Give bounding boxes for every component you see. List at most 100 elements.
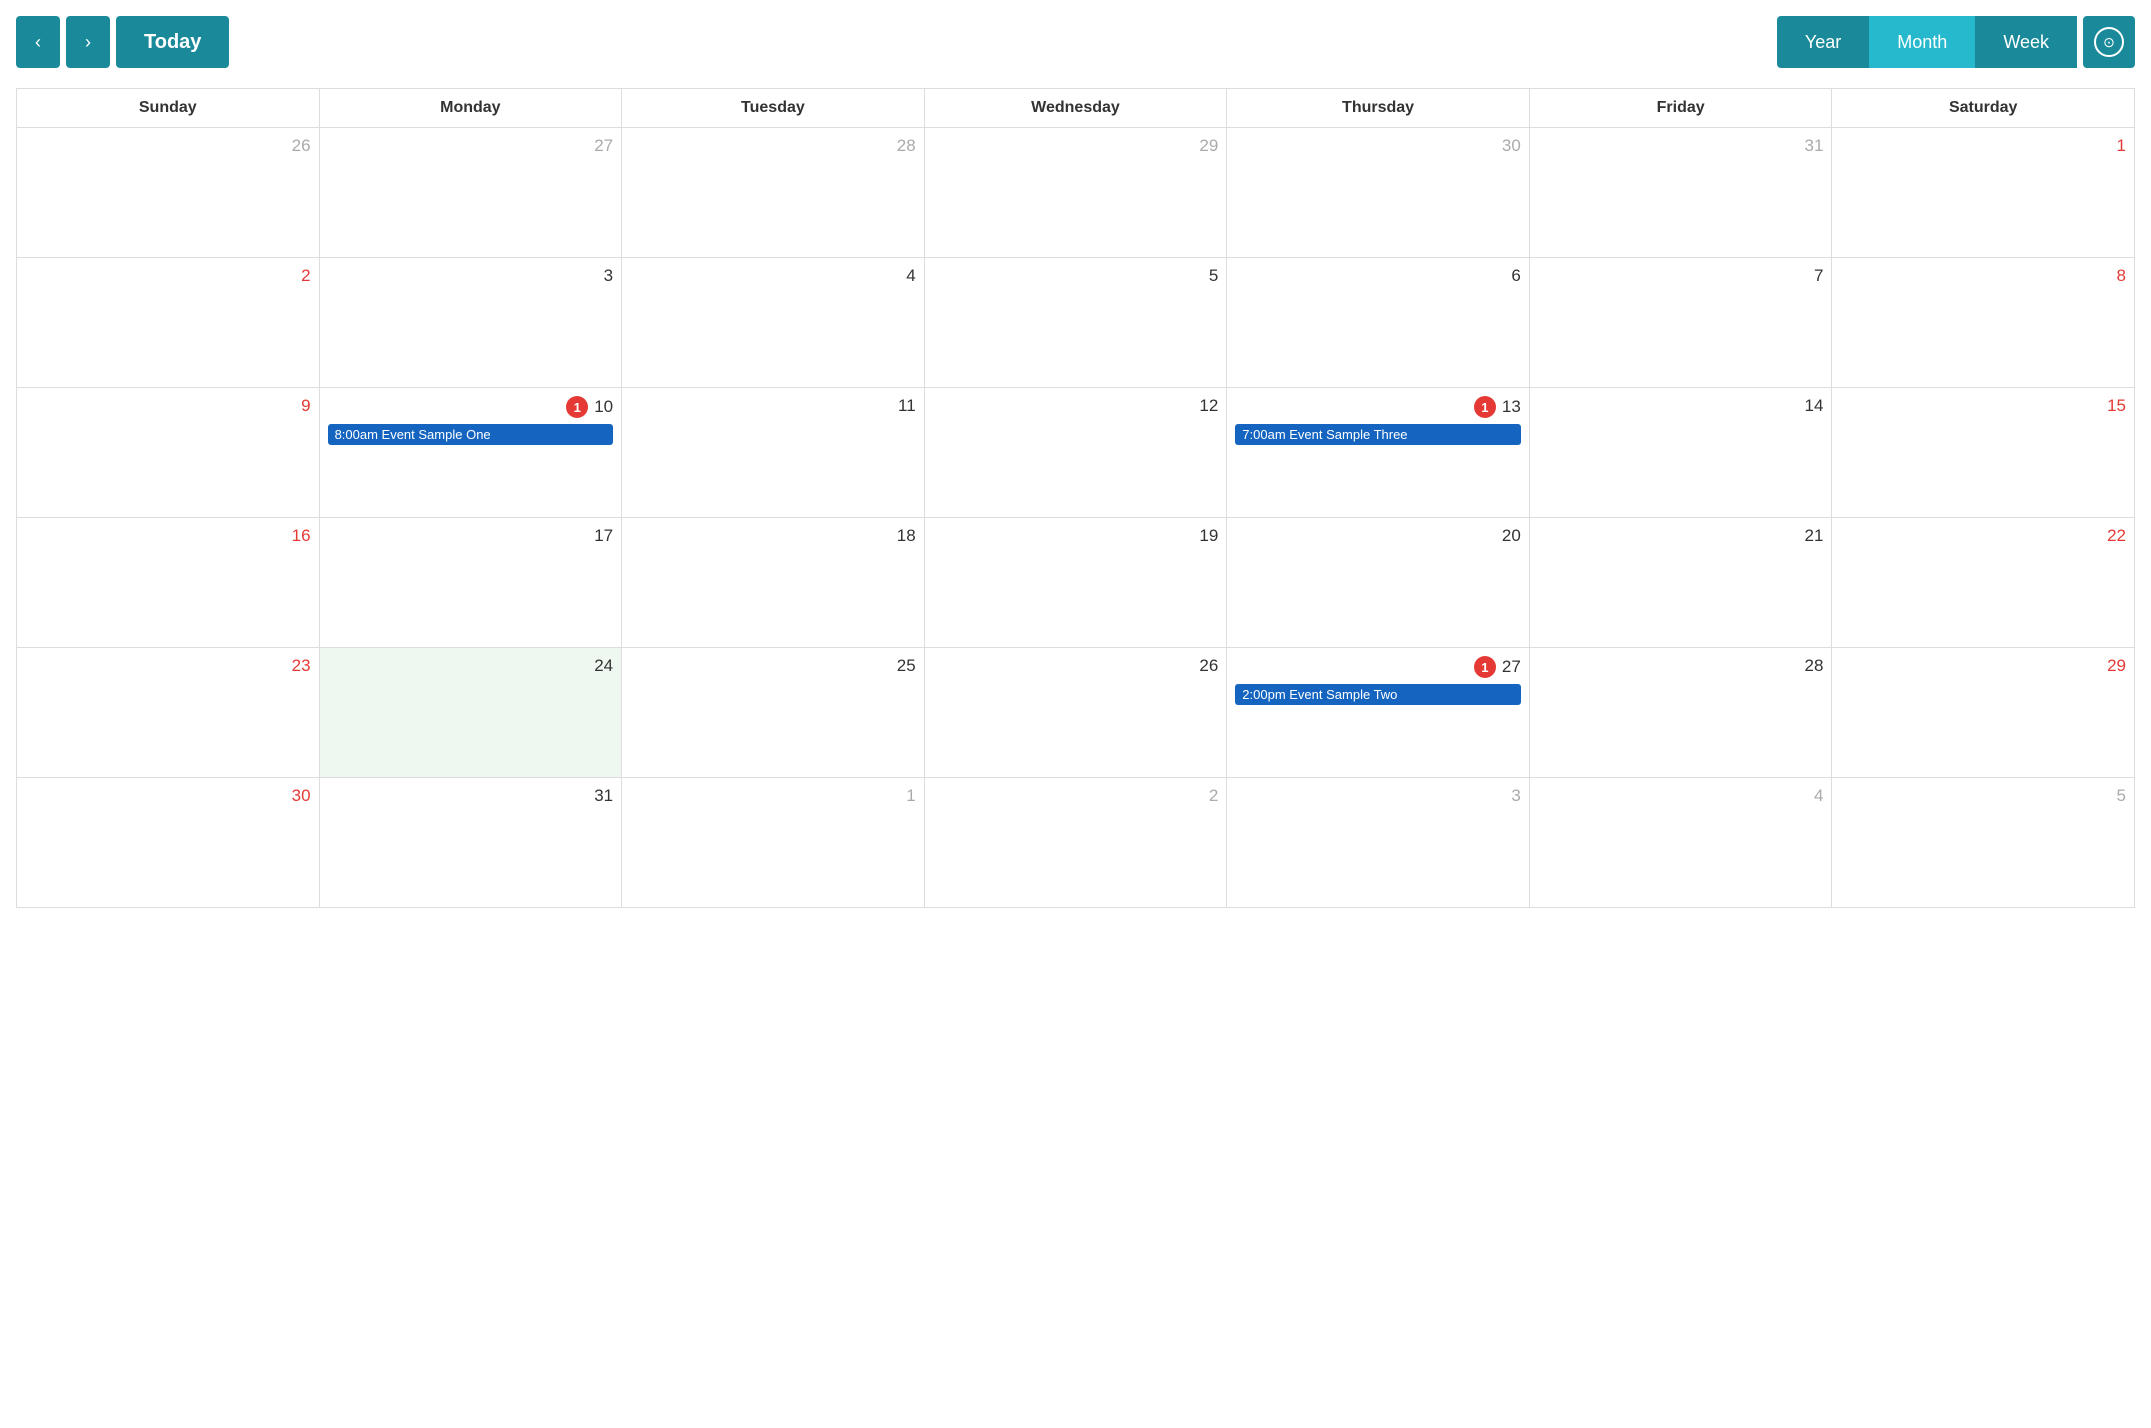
header-saturday: Saturday bbox=[1832, 89, 2135, 128]
calendar-cell[interactable]: 1 bbox=[622, 778, 925, 908]
date-number: 3 bbox=[604, 266, 613, 286]
calendar-cell[interactable]: 19 bbox=[925, 518, 1228, 648]
date-number: 13 bbox=[1502, 397, 1521, 417]
date-number: 6 bbox=[1511, 266, 1520, 286]
toolbar-right: Year Month Week ⊙ bbox=[1777, 16, 2135, 68]
cell-date: 19 bbox=[933, 526, 1219, 546]
date-number: 29 bbox=[2107, 656, 2126, 676]
cell-date: 2 bbox=[25, 266, 311, 286]
calendar-cell[interactable]: 3 bbox=[320, 258, 623, 388]
calendar-cell[interactable]: 110 8:00am Event Sample One bbox=[320, 388, 623, 518]
calendar-cell[interactable]: 5 bbox=[925, 258, 1228, 388]
date-number: 31 bbox=[594, 786, 613, 806]
cell-date: 28 bbox=[630, 136, 916, 156]
calendar-cell[interactable]: 8 bbox=[1832, 258, 2135, 388]
calendar-cell[interactable]: 26 bbox=[925, 648, 1228, 778]
date-number: 28 bbox=[897, 136, 916, 156]
date-number: 16 bbox=[292, 526, 311, 546]
cell-date: 3 bbox=[1235, 786, 1521, 806]
date-number: 26 bbox=[292, 136, 311, 156]
toolbar: ‹ › Today Year Month Week ⊙ bbox=[16, 16, 2135, 68]
header-sunday: Sunday bbox=[17, 89, 320, 128]
download-button[interactable]: ⊙ bbox=[2083, 16, 2135, 68]
next-button[interactable]: › bbox=[66, 16, 110, 68]
event-pill[interactable]: 2:00pm Event Sample Two bbox=[1235, 684, 1521, 705]
date-number: 8 bbox=[2117, 266, 2126, 286]
calendar-cell[interactable]: 22 bbox=[1832, 518, 2135, 648]
date-number: 21 bbox=[1805, 526, 1824, 546]
calendar-cell[interactable]: 9 bbox=[17, 388, 320, 518]
calendar-cell[interactable]: 28 bbox=[622, 128, 925, 258]
event-badge: 1 bbox=[1474, 396, 1496, 418]
calendar-cell[interactable]: 30 bbox=[1227, 128, 1530, 258]
calendar-cell[interactable]: 31 bbox=[320, 778, 623, 908]
calendar-cell[interactable]: 7 bbox=[1530, 258, 1833, 388]
cell-date: 26 bbox=[25, 136, 311, 156]
calendar-cell[interactable]: 1 bbox=[1832, 128, 2135, 258]
calendar-cell[interactable]: 26 bbox=[17, 128, 320, 258]
calendar-cell[interactable]: 15 bbox=[1832, 388, 2135, 518]
calendar-cell[interactable]: 20 bbox=[1227, 518, 1530, 648]
calendar-cell[interactable]: 28 bbox=[1530, 648, 1833, 778]
cell-date: 17 bbox=[328, 526, 614, 546]
calendar-cell[interactable]: 30 bbox=[17, 778, 320, 908]
cell-date: 1 13 bbox=[1235, 396, 1521, 418]
calendar-cell[interactable]: 11 bbox=[622, 388, 925, 518]
cell-date: 20 bbox=[1235, 526, 1521, 546]
calendar-cell[interactable]: 17 bbox=[320, 518, 623, 648]
calendar-cell[interactable]: 29 bbox=[1832, 648, 2135, 778]
calendar-cell[interactable]: 24 bbox=[320, 648, 623, 778]
date-number: 18 bbox=[897, 526, 916, 546]
date-number: 28 bbox=[1805, 656, 1824, 676]
year-view-button[interactable]: Year bbox=[1777, 16, 1869, 68]
calendar-cell[interactable]: 29 bbox=[925, 128, 1228, 258]
cell-date: 23 bbox=[25, 656, 311, 676]
date-number: 17 bbox=[594, 526, 613, 546]
cell-date: 29 bbox=[933, 136, 1219, 156]
calendar-cell[interactable]: 27 bbox=[320, 128, 623, 258]
date-number: 24 bbox=[594, 656, 613, 676]
date-number: 4 bbox=[1814, 786, 1823, 806]
calendar-cell[interactable]: 4 bbox=[622, 258, 925, 388]
calendar-cell[interactable]: 1272:00pm Event Sample Two bbox=[1227, 648, 1530, 778]
cell-date: 1 bbox=[1840, 136, 2126, 156]
calendar-cell[interactable]: 6 bbox=[1227, 258, 1530, 388]
cell-date: 9 bbox=[25, 396, 311, 416]
date-number: 23 bbox=[292, 656, 311, 676]
calendar-cell[interactable]: 21 bbox=[1530, 518, 1833, 648]
event-pill[interactable]: 8:00am Event Sample One bbox=[328, 424, 614, 445]
date-number: 5 bbox=[2117, 786, 2126, 806]
calendar-cell[interactable]: 4 bbox=[1530, 778, 1833, 908]
calendar-cell[interactable]: 31 bbox=[1530, 128, 1833, 258]
cell-date: 110 bbox=[328, 396, 614, 418]
cell-date: 15 bbox=[1840, 396, 2126, 416]
prev-button[interactable]: ‹ bbox=[16, 16, 60, 68]
cell-date: 31 bbox=[1538, 136, 1824, 156]
cell-date: 30 bbox=[1235, 136, 1521, 156]
header-tuesday: Tuesday bbox=[622, 89, 925, 128]
week-view-button[interactable]: Week bbox=[1975, 16, 2077, 68]
calendar-cell[interactable]: 23 bbox=[17, 648, 320, 778]
today-button[interactable]: Today bbox=[116, 16, 229, 68]
cell-date: 25 bbox=[630, 656, 916, 676]
cell-date: 14 bbox=[1538, 396, 1824, 416]
calendar-cell[interactable]: 18 bbox=[622, 518, 925, 648]
month-view-button[interactable]: Month bbox=[1869, 16, 1975, 68]
header-friday: Friday bbox=[1530, 89, 1833, 128]
calendar-cell[interactable]: 2 bbox=[925, 778, 1228, 908]
download-icon: ⊙ bbox=[2094, 27, 2124, 57]
day-headers: Sunday Monday Tuesday Wednesday Thursday… bbox=[16, 88, 2135, 128]
calendar-cell[interactable]: 14 bbox=[1530, 388, 1833, 518]
calendar-cell[interactable]: 1 13 7:00am Event Sample Three bbox=[1227, 388, 1530, 518]
header-monday: Monday bbox=[320, 89, 623, 128]
calendar-cell[interactable]: 12 bbox=[925, 388, 1228, 518]
calendar-cell[interactable]: 3 bbox=[1227, 778, 1530, 908]
calendar-cell[interactable]: 5 bbox=[1832, 778, 2135, 908]
calendar-grid: 2627282930311234567891108:00am Event Sam… bbox=[16, 128, 2135, 908]
event-pill[interactable]: 7:00am Event Sample Three bbox=[1235, 424, 1521, 445]
date-number: 26 bbox=[1199, 656, 1218, 676]
calendar-cell[interactable]: 25 bbox=[622, 648, 925, 778]
calendar-cell[interactable]: 2 bbox=[17, 258, 320, 388]
cell-date: 30 bbox=[25, 786, 311, 806]
calendar-cell[interactable]: 16 bbox=[17, 518, 320, 648]
